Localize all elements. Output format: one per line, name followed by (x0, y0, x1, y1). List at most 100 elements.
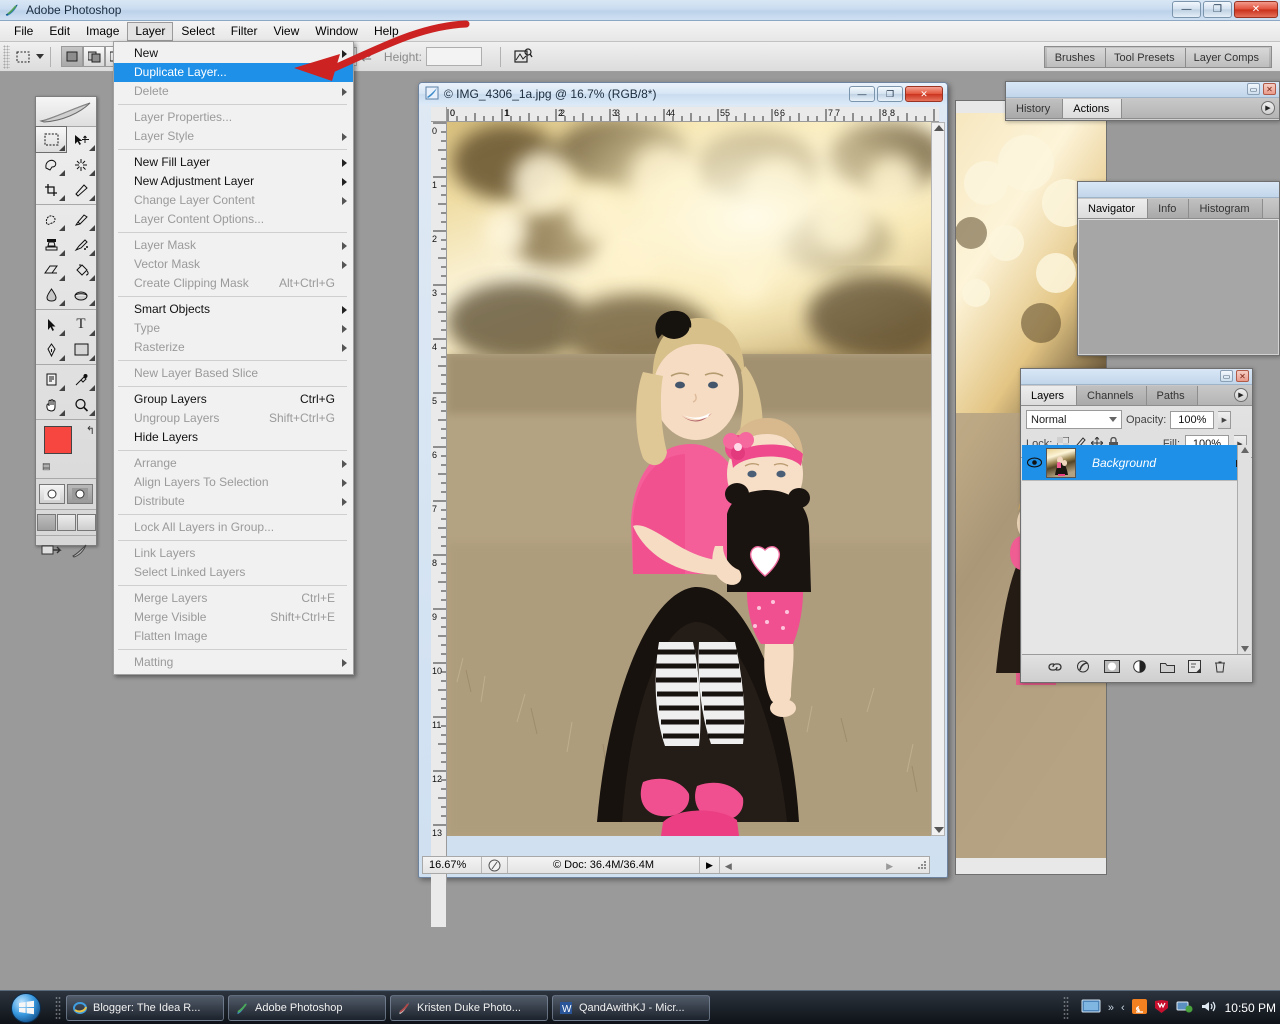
menu-item-layer-content-options[interactable]: Layer Content Options... (114, 210, 353, 229)
swap-colors-icon[interactable]: ↰ (86, 424, 95, 437)
layer-dropdown-menu[interactable]: New Duplicate Layer... Delete Layer Prop… (113, 41, 354, 675)
imageready-icon[interactable] (67, 541, 93, 561)
menu-item-layer-properties[interactable]: Layer Properties... (114, 108, 353, 127)
scroll-left-arrow-icon[interactable]: ◀ (725, 861, 732, 872)
taskbar-button-qanda[interactable]: W QandAwithKJ - Micr... (552, 995, 710, 1021)
delete-layer-icon[interactable] (1214, 660, 1226, 676)
tab-info[interactable]: Info (1148, 199, 1189, 218)
quick-mask-mode-icon[interactable] (67, 484, 93, 504)
crop-tool[interactable] (36, 177, 66, 202)
menu-item-rasterize[interactable]: Rasterize (114, 338, 353, 357)
eraser-tool[interactable] (36, 257, 66, 282)
status-expand-arrow-icon[interactable]: ▶ (699, 857, 719, 873)
layer-mask-icon[interactable] (1104, 660, 1120, 676)
app-minimize-button[interactable]: — (1172, 1, 1201, 18)
opacity-input[interactable]: 100% (1170, 411, 1214, 429)
path-selection-tool[interactable] (36, 312, 66, 337)
document-maximize-button[interactable]: ❐ (877, 86, 903, 102)
history-panel-minimize-button[interactable]: ▭ (1247, 83, 1260, 95)
notes-tool[interactable] (36, 367, 66, 392)
menu-item-merge-visible[interactable]: Merge VisibleShift+Ctrl+E (114, 608, 353, 627)
taskbar-button-kristen-duke[interactable]: Kristen Duke Photo... (390, 995, 548, 1021)
lasso-tool[interactable] (36, 152, 66, 177)
menu-item-layer-style[interactable]: Layer Style (114, 127, 353, 146)
menu-edit[interactable]: Edit (41, 22, 78, 41)
full-screen-icon[interactable] (77, 514, 96, 531)
blend-mode-select[interactable]: Normal (1026, 410, 1122, 429)
app-restore-button[interactable]: ❐ (1203, 1, 1232, 18)
palette-well-tab-tool-presets[interactable]: Tool Presets (1106, 48, 1186, 67)
hand-tool[interactable] (36, 392, 66, 417)
type-tool[interactable]: T (66, 312, 96, 337)
new-selection-button[interactable] (61, 46, 83, 67)
scroll-up-arrow-icon[interactable] (934, 125, 944, 131)
tab-paths[interactable]: Paths (1147, 386, 1198, 405)
scroll-right-arrow-icon[interactable]: ▶ (886, 861, 893, 872)
color-picker-swatches[interactable]: ↰ ▤ (42, 424, 96, 476)
menu-item-arrange[interactable]: Arrange (114, 454, 353, 473)
history-panel-titlebar[interactable]: ▭ ✕ (1006, 82, 1279, 98)
zoom-level[interactable]: 16.67% (423, 859, 481, 871)
layers-scroll-up-arrow-icon[interactable] (1241, 447, 1249, 453)
new-layer-icon[interactable] (1188, 660, 1201, 676)
layers-panel-close-button[interactable]: ✕ (1236, 370, 1249, 382)
menu-item-distribute[interactable]: Distribute (114, 492, 353, 511)
menu-item-new[interactable]: New (114, 44, 353, 63)
menu-item-change-layer-content[interactable]: Change Layer Content (114, 191, 353, 210)
taskbar-clock[interactable]: 10:50 PM (1223, 1001, 1276, 1015)
adjustment-layer-icon[interactable] (1133, 660, 1147, 676)
dodge-tool[interactable] (66, 282, 96, 307)
tray-grip[interactable] (1063, 996, 1069, 1020)
history-brush-tool[interactable] (66, 232, 96, 257)
link-layers-icon[interactable] (1047, 661, 1063, 676)
vertical-ruler[interactable]: 012 345 678 91011 1213 (431, 122, 447, 927)
menu-item-duplicate-layer[interactable]: Duplicate Layer... (114, 63, 353, 82)
canvas-vertical-scrollbar[interactable] (931, 122, 945, 836)
paint-bucket-tool[interactable] (66, 257, 96, 282)
brush-tool[interactable] (66, 207, 96, 232)
clone-stamp-tool[interactable] (36, 232, 66, 257)
menu-item-new-adjustment-layer[interactable]: New Adjustment Layer (114, 172, 353, 191)
tray-overflow-icon[interactable]: » (1108, 1002, 1114, 1014)
rectangular-marquee-tool[interactable] (36, 127, 66, 152)
document-canvas[interactable] (447, 122, 939, 836)
layers-panel-minimize-button[interactable]: ▭ (1220, 370, 1233, 382)
menu-item-link-layers[interactable]: Link Layers (114, 544, 353, 563)
history-panel-close-button[interactable]: ✕ (1263, 83, 1276, 95)
menu-layer[interactable]: Layer (127, 22, 173, 41)
layers-panel-menu-icon[interactable]: ▶ (1234, 388, 1248, 402)
document-minimize-button[interactable]: — (849, 86, 875, 102)
new-group-icon[interactable] (1160, 661, 1175, 676)
layer-thumbnail[interactable] (1046, 448, 1076, 478)
zoom-tool[interactable] (66, 392, 96, 417)
palette-well-tab-layer-comps[interactable]: Layer Comps (1186, 48, 1269, 67)
eyedropper-tool[interactable] (66, 367, 96, 392)
tab-history[interactable]: History (1006, 99, 1063, 118)
tab-navigator[interactable]: Navigator (1078, 199, 1148, 218)
scroll-down-arrow-icon[interactable] (934, 827, 944, 833)
menu-item-new-layer-based-slice[interactable]: New Layer Based Slice (114, 364, 353, 383)
document-close-button[interactable]: ✕ (905, 86, 943, 102)
tool-preset-chevron-down-icon[interactable] (36, 54, 44, 59)
windows-start-orb[interactable] (2, 992, 50, 1024)
menu-image[interactable]: Image (78, 22, 127, 41)
menu-item-flatten-image[interactable]: Flatten Image (114, 627, 353, 646)
full-screen-menubar-icon[interactable] (57, 514, 76, 531)
blur-tool[interactable] (36, 282, 66, 307)
move-tool[interactable] (66, 127, 96, 152)
opacity-slider-button[interactable]: ▶ (1218, 411, 1231, 429)
rectangular-marquee-icon[interactable] (13, 47, 33, 67)
layers-scrollbar[interactable] (1237, 445, 1251, 654)
document-titlebar[interactable]: © IMG_4306_1a.jpg @ 16.7% (RGB/8*) — ❐ ✕ (419, 83, 947, 105)
java-icon[interactable] (1132, 999, 1147, 1017)
menu-item-new-fill-layer[interactable]: New Fill Layer (114, 153, 353, 172)
ruler-corner[interactable] (431, 107, 447, 122)
menu-item-layer-mask[interactable]: Layer Mask (114, 236, 353, 255)
layers-panel-titlebar[interactable]: ▭ ✕ (1021, 369, 1252, 385)
document-window[interactable]: © IMG_4306_1a.jpg @ 16.7% (RGB/8*) — ❐ ✕ (418, 82, 948, 878)
menu-select[interactable]: Select (173, 22, 222, 41)
jump-to-imageready-icon[interactable] (39, 541, 65, 561)
menu-item-vector-mask[interactable]: Vector Mask (114, 255, 353, 274)
layers-panel[interactable]: ▭ ✕ Layers Channels Paths ▶ Normal Opaci… (1020, 368, 1253, 683)
options-bar-grip[interactable] (3, 45, 10, 69)
